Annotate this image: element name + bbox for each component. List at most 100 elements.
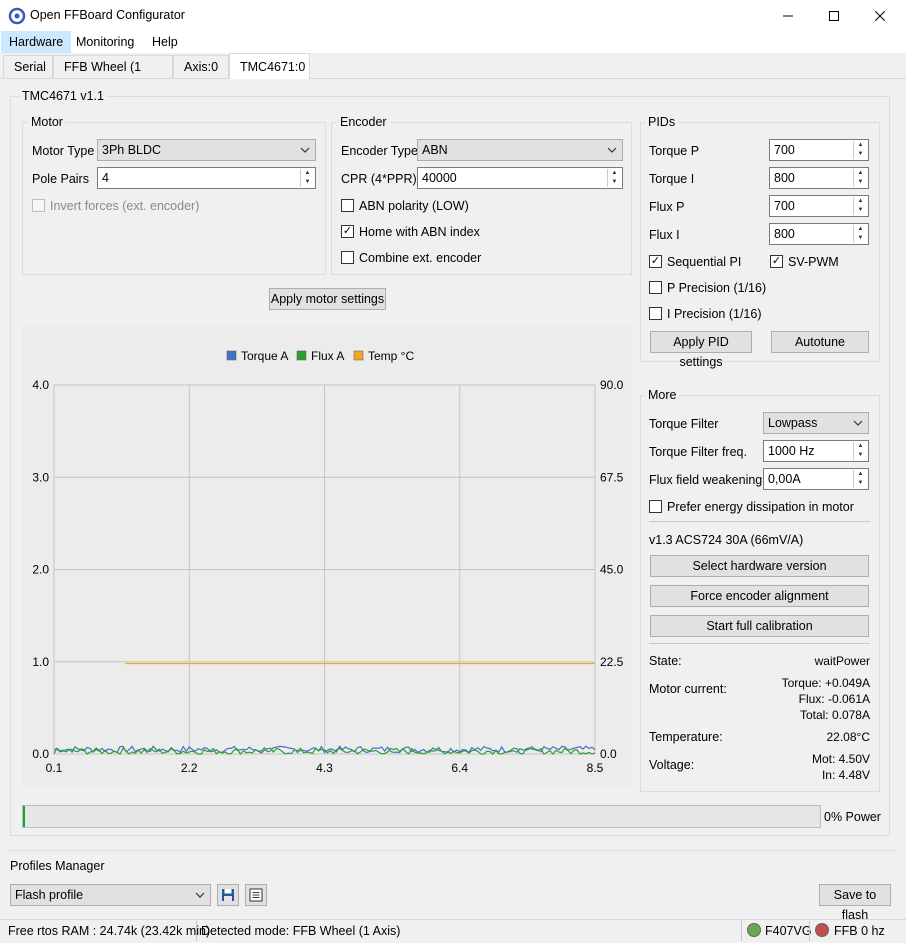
spin-up-icon[interactable]: ▲: [854, 169, 867, 178]
profile-select[interactable]: Flash profile: [10, 884, 211, 906]
temperature-label: Temperature:: [649, 730, 723, 744]
torque-i-spinbox[interactable]: 800 ▲ ▼: [769, 167, 869, 189]
spin-up-icon[interactable]: ▲: [854, 470, 867, 479]
legend-label: Flux A: [311, 349, 344, 363]
y-right-tick-label: 67.5: [600, 470, 624, 484]
minimize-button[interactable]: [765, 0, 811, 31]
sequential-pi-checkbox[interactable]: ✓: [649, 255, 662, 268]
torque-filter-select[interactable]: Lowpass: [763, 412, 869, 434]
maximize-button[interactable]: [811, 0, 857, 31]
spin-up-icon[interactable]: ▲: [608, 169, 621, 178]
home-abn-index-checkbox[interactable]: ✓: [341, 225, 354, 238]
list-icon: [249, 888, 263, 902]
spin-buttons[interactable]: ▲ ▼: [853, 169, 867, 187]
start-calibration-button[interactable]: Start full calibration: [650, 615, 869, 637]
close-button[interactable]: [857, 0, 903, 31]
cpr-spinbox[interactable]: 40000 ▲ ▼: [417, 167, 623, 189]
spin-down-icon[interactable]: ▼: [854, 206, 867, 215]
input-voltage-value: In: 4.48V: [821, 768, 870, 782]
spin-down-icon[interactable]: ▼: [854, 150, 867, 159]
chart-grid: [53, 384, 596, 755]
motor-voltage-value: Mot: 4.50V: [811, 752, 870, 766]
apply-motor-settings-button[interactable]: Apply motor settings: [269, 288, 386, 310]
current-chart: 0.1 2.2 4.3 6.4 8.50.01.02.03.04.00.022.545.…: [32, 349, 624, 775]
cpr-label: CPR (4*PPR): [341, 172, 417, 186]
tab-ffb-wheel[interactable]: FFB Wheel (1 Axis): [53, 55, 173, 97]
encoder-type-label: Encoder Type: [341, 144, 418, 158]
divider: [8, 850, 898, 851]
menu-monitoring[interactable]: Monitoring: [68, 31, 142, 53]
spin-down-icon[interactable]: ▼: [854, 451, 867, 460]
abn-polarity-checkbox[interactable]: [341, 199, 354, 212]
app-logo-icon: [8, 7, 26, 25]
menu-help[interactable]: Help: [144, 31, 186, 53]
spin-up-icon[interactable]: ▲: [854, 225, 867, 234]
spin-up-icon[interactable]: ▲: [854, 442, 867, 451]
torque-i-label: Torque I: [649, 172, 695, 186]
prefer-dissipation-checkbox[interactable]: [649, 500, 662, 513]
flux-p-spinbox[interactable]: 700 ▲ ▼: [769, 195, 869, 217]
spin-up-icon[interactable]: ▲: [854, 197, 867, 206]
i-precision-checkbox[interactable]: [649, 307, 662, 320]
divider: [196, 921, 197, 941]
i-precision-label: I Precision (1/16): [667, 307, 762, 321]
spin-down-icon[interactable]: ▼: [854, 178, 867, 187]
force-encoder-alignment-button[interactable]: Force encoder alignment: [650, 585, 869, 607]
legend-label: Torque A: [241, 349, 288, 363]
motor-type-select[interactable]: 3Ph BLDC: [97, 139, 316, 161]
filter-freq-spinbox[interactable]: 1000 Hz ▲ ▼: [763, 440, 869, 462]
spin-up-icon[interactable]: ▲: [301, 169, 314, 178]
tab-axis[interactable]: Axis:0: [173, 55, 229, 78]
p-precision-checkbox[interactable]: [649, 281, 662, 294]
spin-buttons[interactable]: ▲ ▼: [853, 225, 867, 243]
filter-freq-label: Torque Filter freq.: [649, 445, 747, 459]
flux-i-spinbox[interactable]: 800 ▲ ▼: [769, 223, 869, 245]
combine-encoder-label: Combine ext. encoder: [359, 251, 482, 265]
sv-pwm-checkbox[interactable]: ✓: [770, 255, 783, 268]
motor-type-value: 3Ph BLDC: [102, 143, 162, 157]
spin-buttons[interactable]: ▲ ▼: [300, 169, 314, 187]
combine-encoder-checkbox[interactable]: [341, 251, 354, 264]
pole-pairs-spinbox[interactable]: 4 ▲ ▼: [97, 167, 316, 189]
torque-p-spinbox[interactable]: 700 ▲ ▼: [769, 139, 869, 161]
flux-weakening-spinbox[interactable]: 0,00A ▲ ▼: [763, 468, 869, 490]
x-tick-label: 6.4: [451, 761, 468, 775]
invert-forces-checkbox[interactable]: [32, 199, 45, 212]
motor-current-label: Motor current:: [649, 682, 727, 696]
chevron-down-icon: [300, 147, 310, 153]
flux-weakening-value: 0,00A: [768, 472, 801, 486]
spin-buttons[interactable]: ▲ ▼: [853, 141, 867, 159]
pole-pairs-label: Pole Pairs: [32, 172, 89, 186]
maximize-icon: [829, 10, 839, 21]
filter-freq-value: 1000 Hz: [768, 444, 815, 458]
spin-up-icon[interactable]: ▲: [854, 141, 867, 150]
chip-status: F407VG: [765, 924, 812, 938]
spin-buttons[interactable]: ▲ ▼: [853, 442, 867, 460]
divider: [741, 921, 742, 941]
spin-down-icon[interactable]: ▼: [608, 178, 621, 187]
select-hardware-button[interactable]: Select hardware version: [650, 555, 869, 577]
encoder-type-value: ABN: [422, 143, 448, 157]
legend-marker: [353, 350, 364, 361]
save-to-flash-button[interactable]: Save to flash: [819, 884, 891, 922]
spin-buttons[interactable]: ▲ ▼: [607, 169, 621, 187]
spin-buttons[interactable]: ▲ ▼: [853, 470, 867, 488]
profile-list-button[interactable]: [245, 884, 267, 906]
sequential-pi-label: Sequential PI: [667, 255, 742, 269]
state-label: State:: [649, 654, 682, 668]
x-tick-label: 4.3: [316, 761, 333, 775]
spin-down-icon[interactable]: ▼: [854, 479, 867, 488]
apply-pid-settings-button[interactable]: Apply PID settings: [650, 331, 752, 369]
menu-hardware[interactable]: Hardware: [1, 31, 72, 53]
spin-down-icon[interactable]: ▼: [854, 234, 867, 243]
tab-serial[interactable]: Serial: [3, 55, 53, 78]
pole-pairs-value: 4: [102, 171, 109, 185]
autotune-button[interactable]: Autotune: [771, 331, 869, 353]
spin-down-icon[interactable]: ▼: [301, 178, 314, 187]
tab-tmc4671[interactable]: TMC4671:0: [229, 53, 310, 79]
save-profile-button[interactable]: [217, 884, 239, 906]
encoder-type-select[interactable]: ABN: [417, 139, 623, 161]
voltage-label: Voltage:: [649, 758, 695, 772]
y-left-tick-label: 0.0: [32, 747, 49, 761]
spin-buttons[interactable]: ▲ ▼: [853, 197, 867, 215]
